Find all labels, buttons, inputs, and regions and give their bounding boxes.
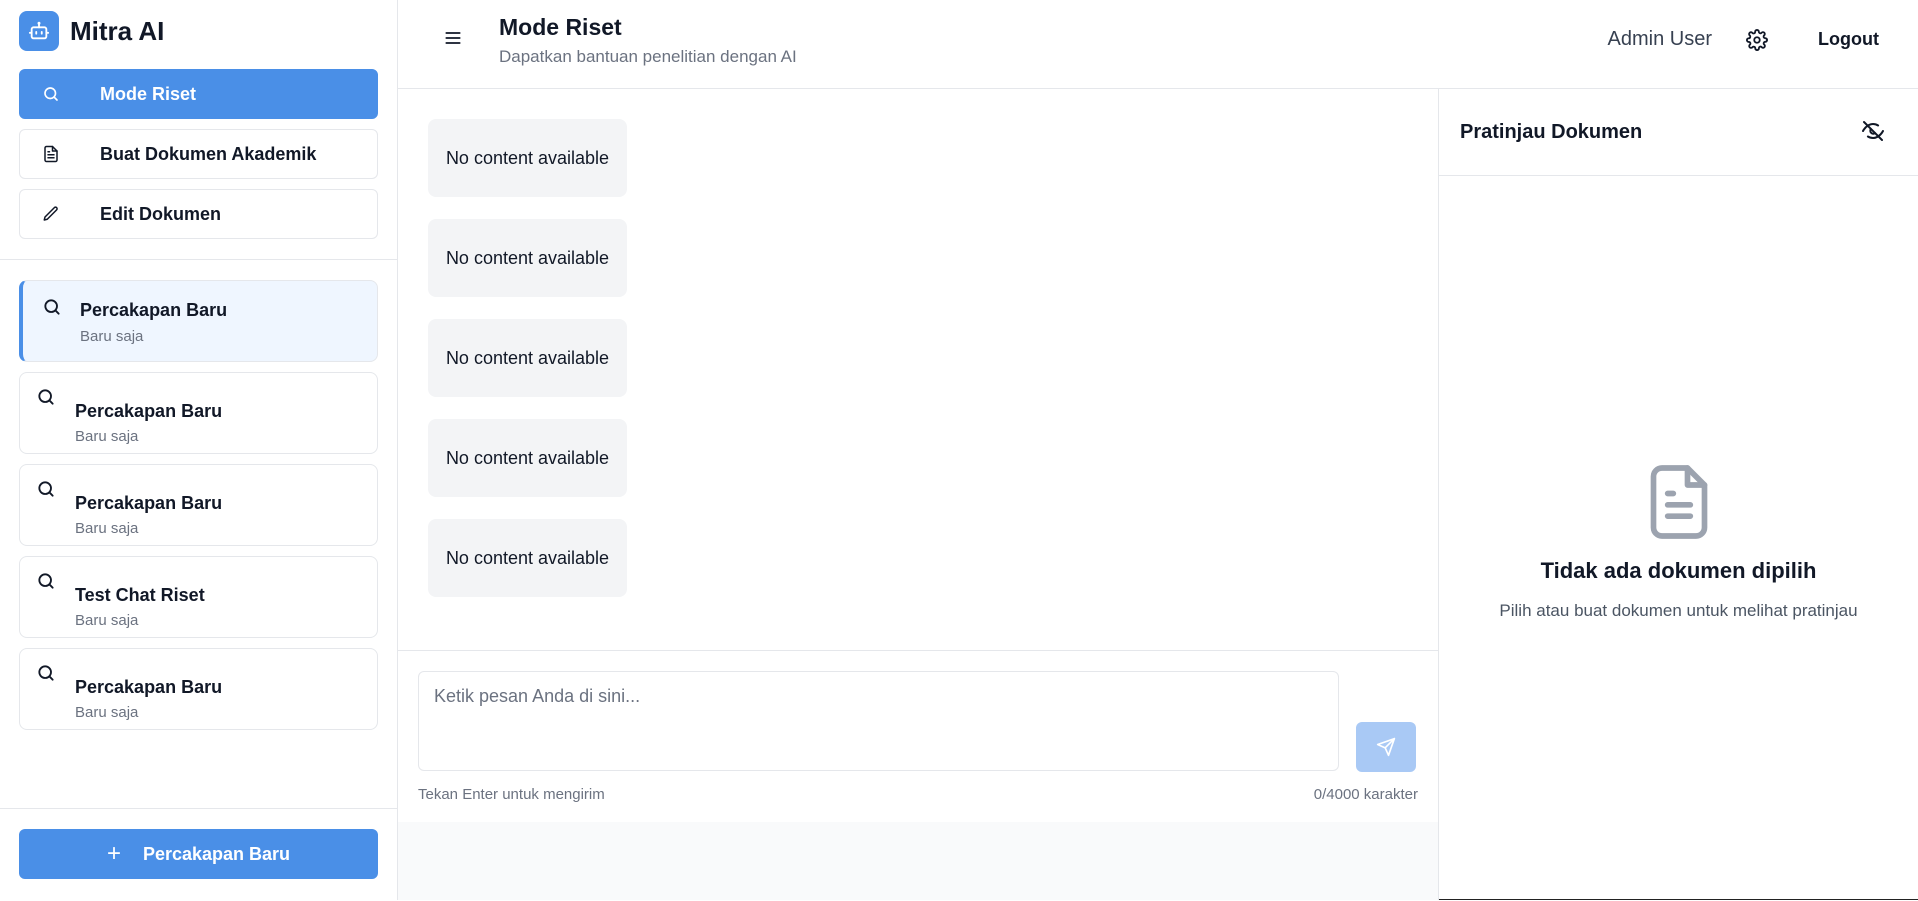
hamburger-menu-icon[interactable] xyxy=(443,28,463,48)
sidebar-footer: + Percakapan Baru xyxy=(0,808,397,900)
conversation-time: Baru saja xyxy=(80,328,144,345)
document-icon xyxy=(39,142,63,166)
mode-label: Buat Dokumen Akademik xyxy=(100,143,317,164)
page-title: Mode Riset xyxy=(499,14,622,40)
send-button[interactable] xyxy=(1356,722,1416,772)
mode-label: Edit Dokumen xyxy=(100,203,222,224)
conversation-item[interactable]: Percakapan Baru Baru saja xyxy=(19,280,378,362)
message-bubble: No content available xyxy=(428,319,627,397)
document-preview-panel: Pratinjau Dokumen Tidak ada dokumen dipi… xyxy=(1439,89,1918,900)
message-bubble: No content available xyxy=(428,219,627,297)
main-area: Mode Riset Dapatkan bantuan penelitian d… xyxy=(398,0,1918,900)
user-name: Admin User xyxy=(1607,28,1713,50)
content-area: No content available No content availabl… xyxy=(398,89,1918,900)
send-icon xyxy=(1376,737,1396,757)
mode-label: Mode Riset xyxy=(100,83,197,104)
send-hint: Tekan Enter untuk mengirim xyxy=(418,786,605,803)
header-actions: Admin User Logout xyxy=(1608,0,1918,79)
search-icon xyxy=(36,663,58,685)
conversation-title: Percakapan Baru xyxy=(80,300,228,320)
conversation-time: Baru saja xyxy=(75,520,139,537)
brand-name: Mitra AI xyxy=(70,15,165,46)
document-icon xyxy=(1645,462,1713,542)
empty-title: Tidak ada dokumen dipilih xyxy=(1540,558,1817,583)
conversation-title: Percakapan Baru xyxy=(75,677,223,697)
header: Mode Riset Dapatkan bantuan penelitian d… xyxy=(398,0,1918,89)
message-bubble: No content available xyxy=(428,419,627,497)
conversation-title: Test Chat Riset xyxy=(75,585,205,605)
sidebar: Mitra AI Mode Riset Buat Dokumen Akademi… xyxy=(0,0,398,900)
conversation-time: Baru saja xyxy=(75,704,139,721)
search-icon xyxy=(42,297,64,319)
search-icon xyxy=(36,479,58,501)
robot-icon xyxy=(19,11,59,51)
app-window: Mitra AI Mode Riset Buat Dokumen Akademi… xyxy=(0,0,1918,900)
message-bubble: No content available xyxy=(428,519,627,597)
conversation-item[interactable]: Percakapan Baru Baru saja xyxy=(19,648,378,730)
conversation-time: Baru saja xyxy=(75,428,139,445)
conversation-item[interactable]: Percakapan Baru Baru saja xyxy=(19,372,378,454)
message-composer: Tekan Enter untuk mengirim 0/4000 karakt… xyxy=(398,650,1438,822)
gear-icon[interactable] xyxy=(1746,28,1768,51)
page-subtitle: Dapatkan bantuan penelitian dengan AI xyxy=(499,47,797,66)
search-icon xyxy=(36,571,58,593)
conversation-item[interactable]: Percakapan Baru Baru saja xyxy=(19,464,378,546)
conversation-list: Percakapan Baru Baru saja Percakapan Bar… xyxy=(0,260,397,808)
preview-header: Pratinjau Dokumen xyxy=(1439,89,1918,176)
preview-empty-state: Tidak ada dokumen dipilih Pilih atau bua… xyxy=(1439,176,1918,900)
new-chat-label: Percakapan Baru xyxy=(142,843,291,864)
buat-dokumen-akademik-button[interactable]: Buat Dokumen Akademik xyxy=(19,129,378,179)
search-icon xyxy=(39,82,63,106)
search-icon xyxy=(36,387,58,409)
edit-dokumen-button[interactable]: Edit Dokumen xyxy=(19,189,378,239)
brand: Mitra AI xyxy=(0,0,397,62)
mode-list: Mode Riset Buat Dokumen Akademik Edit Do… xyxy=(0,62,397,249)
message-input[interactable] xyxy=(418,671,1339,771)
conversation-title: Percakapan Baru xyxy=(75,493,223,513)
pen-icon xyxy=(39,202,63,226)
message-bubble: No content available xyxy=(428,119,627,197)
empty-subtitle: Pilih atau buat dokumen untuk melihat pr… xyxy=(1499,601,1858,620)
logout-button[interactable]: Logout xyxy=(1818,29,1879,50)
chat-panel: No content available No content availabl… xyxy=(398,89,1439,900)
conversation-title: Percakapan Baru xyxy=(75,401,223,421)
conversation-time: Baru saja xyxy=(75,612,139,629)
eye-off-icon[interactable] xyxy=(1861,119,1885,143)
conversation-item[interactable]: Test Chat Riset Baru saja xyxy=(19,556,378,638)
chat-footer-area xyxy=(398,822,1438,900)
new-chat-button[interactable]: + Percakapan Baru xyxy=(19,829,378,879)
preview-title: Pratinjau Dokumen xyxy=(1460,120,1643,143)
message-list: No content available No content availabl… xyxy=(398,89,1438,650)
plus-icon: + xyxy=(106,840,121,867)
character-count: 0/4000 karakter xyxy=(1313,786,1418,803)
mode-riset-button[interactable]: Mode Riset xyxy=(19,69,378,119)
